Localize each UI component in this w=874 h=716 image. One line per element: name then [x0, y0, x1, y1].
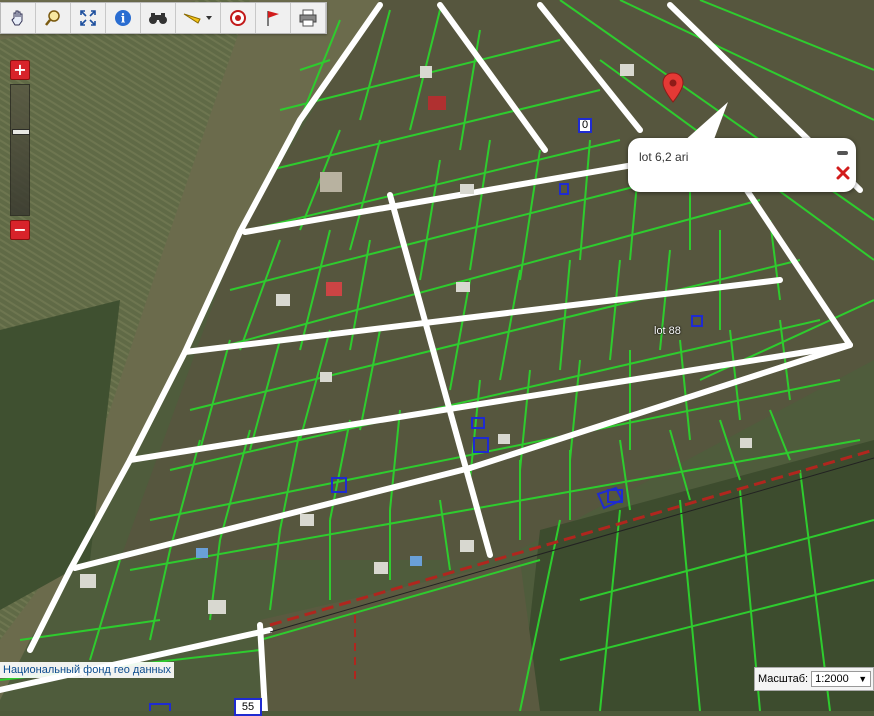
zoom-control: + −	[10, 60, 30, 240]
zoom-slider-handle[interactable]	[12, 129, 30, 135]
target-tool-button[interactable]	[221, 3, 256, 33]
zoom-tool-button[interactable]	[36, 3, 71, 33]
expand-icon	[80, 10, 96, 26]
pan-tool-button[interactable]	[1, 3, 36, 33]
printer-icon	[299, 9, 317, 27]
zoom-in-button[interactable]: +	[10, 60, 30, 80]
flag-icon	[267, 11, 279, 26]
svg-text:i: i	[121, 12, 126, 26]
magnifier-icon	[45, 10, 60, 26]
scale-value: 1:2000	[815, 673, 849, 685]
parcel-label-lot88: lot 88	[654, 325, 681, 337]
scale-control: Масштаб: 1:2000 ▼	[754, 667, 874, 691]
popup-pointer	[683, 102, 728, 142]
zoom-slider-track[interactable]	[10, 84, 30, 216]
map-view[interactable]	[0, 0, 874, 711]
scale-label: Масштаб:	[758, 673, 809, 685]
info-icon: i	[115, 10, 131, 26]
chevron-down-icon: ▼	[858, 674, 868, 684]
map-toolbar: i	[0, 2, 327, 34]
popup-minimize-button[interactable]	[837, 151, 848, 155]
close-icon[interactable]	[836, 166, 850, 180]
parcel-number-badge: 55	[234, 698, 262, 716]
search-tool-button[interactable]	[141, 3, 176, 33]
info-popup: lot 6,2 ari	[628, 102, 856, 192]
info-tool-button[interactable]: i	[106, 3, 141, 33]
copyright-notice[interactable]: Национальный фонд гео данных	[0, 662, 175, 678]
scale-select[interactable]: 1:2000 ▼	[811, 671, 872, 687]
target-icon	[230, 10, 246, 26]
measure-tool-button[interactable]	[176, 3, 221, 33]
parcel-label-zero: 0	[578, 118, 593, 133]
aerial-imagery	[0, 0, 874, 711]
ruler-dropdown-icon	[183, 13, 212, 24]
zoom-out-button[interactable]: −	[10, 220, 30, 240]
flag-tool-button[interactable]	[256, 3, 291, 33]
map-marker-icon[interactable]	[662, 72, 684, 104]
hand-icon	[11, 10, 23, 26]
binoculars-icon	[149, 13, 167, 24]
print-tool-button[interactable]	[291, 3, 326, 33]
popup-text: lot 6,2 ari	[639, 150, 689, 164]
full-extent-tool-button[interactable]	[71, 3, 106, 33]
